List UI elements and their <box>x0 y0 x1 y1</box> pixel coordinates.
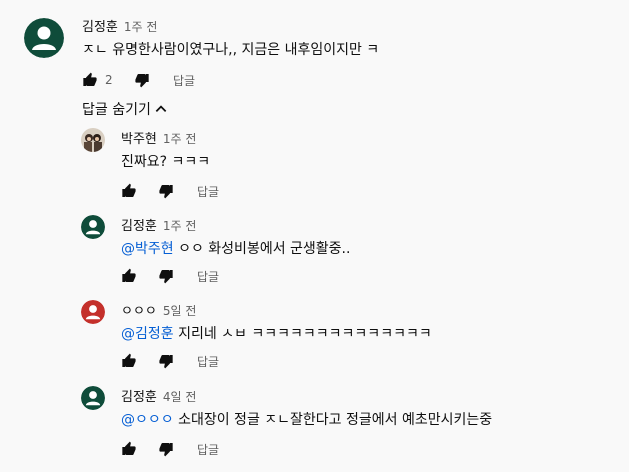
thumbs-down-icon[interactable] <box>158 268 174 284</box>
avatar[interactable] <box>81 386 105 410</box>
thumbs-up-icon[interactable] <box>121 441 137 457</box>
default-avatar-icon <box>81 215 105 239</box>
reply-text: @ㅇㅇㅇ 소대장이 정글 ㅈㄴ잘한다고 정글에서 예초만시키는중 <box>121 409 492 429</box>
author-name[interactable]: 김정훈 <box>82 20 118 35</box>
avatar[interactable] <box>24 18 64 58</box>
reply-header: 김정훈 4일 전 <box>121 386 196 405</box>
mention-link[interactable]: @박주현 <box>121 241 174 257</box>
thumbs-down-icon[interactable] <box>134 72 150 88</box>
thumbs-up-icon[interactable] <box>121 353 137 369</box>
reply-body: 진짜요? ㅋㅋㅋ <box>121 154 211 170</box>
avatar[interactable] <box>81 215 105 239</box>
timestamp[interactable]: 1주 전 <box>163 132 197 146</box>
comment-text: ㅈㄴ 유명한사람이였구나,, 지금은 내후임이지만 ㅋ <box>82 42 380 58</box>
like-count: 2 <box>105 73 113 87</box>
reply-body: 소대장이 정글 ㅈㄴ잘한다고 정글에서 예초만시키는중 <box>173 412 493 428</box>
reply-header: 김정훈 1주 전 <box>121 215 196 234</box>
reply-button[interactable]: 답글 <box>197 353 219 370</box>
reply-header: ㅇㅇㅇ 5일 전 <box>121 300 196 319</box>
default-avatar-icon <box>81 300 105 324</box>
timestamp[interactable]: 1주 전 <box>124 20 158 34</box>
hide-replies-label: 답글 숨기기 <box>82 102 151 118</box>
default-avatar-icon <box>81 386 105 410</box>
reply-button[interactable]: 답글 <box>173 72 195 89</box>
thumbs-up-icon[interactable] <box>121 183 137 199</box>
author-name[interactable]: 김정훈 <box>121 219 157 234</box>
timestamp[interactable]: 1주 전 <box>163 219 197 233</box>
reply-text: @김정훈 지리네 ㅅㅂ ㅋㅋㅋㅋㅋㅋㅋㅋㅋㅋㅋㅋㅋㅋ <box>121 323 432 343</box>
reply-text: 진짜요? ㅋㅋㅋ <box>121 151 210 171</box>
author-name[interactable]: 김정훈 <box>121 390 157 405</box>
timestamp[interactable]: 5일 전 <box>163 304 197 318</box>
reply-text: @박주현 ㅇㅇ 화성비봉에서 군생활중.. <box>121 238 350 258</box>
reply-body: ㅇㅇ 화성비봉에서 군생활중.. <box>173 241 351 257</box>
mention-link[interactable]: @김정훈 <box>121 326 174 342</box>
thumbs-up-icon[interactable] <box>82 72 98 88</box>
avatar[interactable] <box>81 128 105 152</box>
thumbs-down-icon[interactable] <box>158 183 174 199</box>
profile-photo-icon <box>81 128 105 152</box>
timestamp[interactable]: 4일 전 <box>163 390 197 404</box>
thumbs-down-icon[interactable] <box>158 441 174 457</box>
avatar[interactable] <box>81 300 105 324</box>
reply-button[interactable]: 답글 <box>197 268 219 285</box>
thumbs-down-icon[interactable] <box>158 353 174 369</box>
mention-link[interactable]: @ㅇㅇㅇ <box>121 412 174 428</box>
hide-replies-button[interactable]: 답글 숨기기 <box>82 99 168 119</box>
reply-body: 지리네 ㅅㅂ ㅋㅋㅋㅋㅋㅋㅋㅋㅋㅋㅋㅋㅋㅋ <box>173 326 432 342</box>
default-avatar-icon <box>24 18 64 58</box>
author-name[interactable]: 박주현 <box>121 132 157 147</box>
author-name[interactable]: ㅇㅇㅇ <box>121 304 157 319</box>
reply-header: 박주현 1주 전 <box>121 128 196 147</box>
thumbs-up-icon[interactable] <box>121 268 137 284</box>
reply-button[interactable]: 답글 <box>197 183 219 200</box>
comment-header: 김정훈 1주 전 <box>82 16 157 35</box>
chevron-up-icon <box>155 105 167 112</box>
reply-button[interactable]: 답글 <box>197 441 219 458</box>
